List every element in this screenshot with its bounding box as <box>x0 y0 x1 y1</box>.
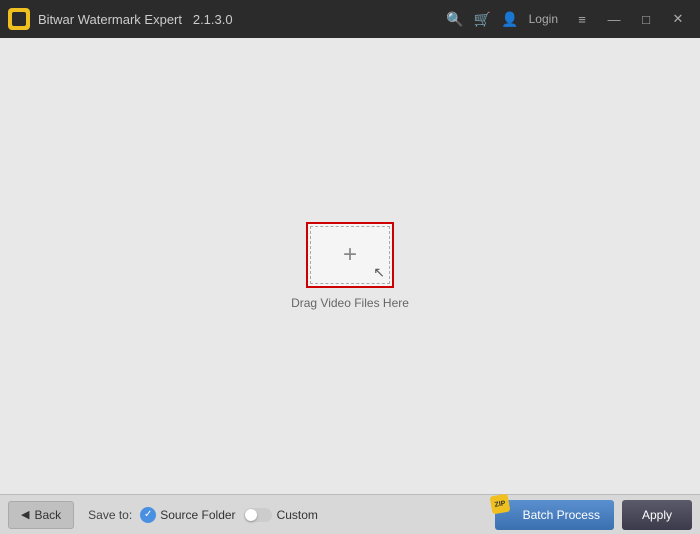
back-arrow-icon: ◀ <box>21 508 29 521</box>
user-icon[interactable]: 👤 <box>501 11 518 28</box>
custom-toggle-knob <box>245 509 257 521</box>
cursor-icon: ↖ <box>373 264 385 281</box>
batch-process-button[interactable]: ZIP Batch Process <box>495 500 614 530</box>
custom-toggle[interactable] <box>244 508 272 522</box>
title-bar-actions: 🔍 🛒 👤 Login <box>446 11 558 28</box>
check-icon: ✓ <box>140 507 156 523</box>
cart-icon[interactable]: 🛒 <box>474 11 491 28</box>
custom-label: Custom <box>277 508 318 522</box>
add-icon: + <box>343 243 357 267</box>
login-button[interactable]: Login <box>529 12 558 26</box>
minimize-button[interactable]: — <box>600 5 628 33</box>
app-logo <box>8 8 30 30</box>
custom-toggle-area[interactable]: Custom <box>244 508 318 522</box>
batch-zip-badge: ZIP <box>489 493 510 514</box>
window-controls: ≡ — □ ✕ <box>568 5 692 33</box>
source-folder-label: Source Folder <box>160 508 235 522</box>
app-title: Bitwar Watermark Expert 2.1.3.0 <box>38 12 446 27</box>
save-to-label: Save to: <box>88 508 132 522</box>
maximize-button[interactable]: □ <box>632 5 660 33</box>
batch-process-label: Batch Process <box>523 508 600 522</box>
back-button[interactable]: ◀ Back <box>8 501 74 529</box>
app-logo-inner <box>12 12 26 26</box>
title-bar: Bitwar Watermark Expert 2.1.3.0 🔍 🛒 👤 Lo… <box>0 0 700 38</box>
apply-button[interactable]: Apply <box>622 500 692 530</box>
drop-zone[interactable]: + ↖ <box>306 222 394 288</box>
bottom-bar: ◀ Back Save to: ✓ Source Folder Custom Z… <box>0 494 700 534</box>
menu-button[interactable]: ≡ <box>568 5 596 33</box>
drop-zone-inner: + ↖ <box>310 226 390 284</box>
search-icon[interactable]: 🔍 <box>446 11 463 28</box>
app-version: 2.1.3.0 <box>193 12 233 27</box>
drop-text: Drag Video Files Here <box>291 296 409 310</box>
close-button[interactable]: ✕ <box>664 5 692 33</box>
drop-zone-container: + ↖ Drag Video Files Here <box>291 222 409 310</box>
back-label: Back <box>34 508 61 522</box>
source-folder-option[interactable]: ✓ Source Folder <box>140 507 235 523</box>
app-name: Bitwar Watermark Expert <box>38 12 182 27</box>
main-content: + ↖ Drag Video Files Here <box>0 38 700 494</box>
